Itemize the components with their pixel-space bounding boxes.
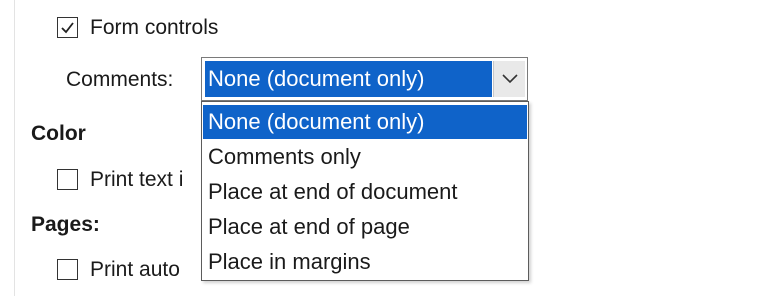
print-auto-label[interactable]: Print auto [90,257,180,283]
comments-label: Comments: [66,68,174,91]
color-section-heading: Color [31,122,86,145]
dropdown-option-end-of-document[interactable]: Place at end of document [203,175,527,209]
comments-combobox-value[interactable]: None (document only) [205,61,492,97]
print-text-checkbox[interactable] [57,169,78,190]
panel-left-border [14,0,15,296]
dropdown-option-comments-only[interactable]: Comments only [203,140,527,174]
dropdown-option-end-of-page[interactable]: Place at end of page [203,210,527,244]
pages-section-heading: Pages: [31,213,100,236]
print-auto-checkbox[interactable] [57,259,78,280]
comments-dropdown-button[interactable] [493,61,525,97]
print-text-label[interactable]: Print text i [90,167,183,193]
dropdown-option-in-margins[interactable]: Place in margins [203,245,527,279]
checkmark-icon [61,22,74,34]
dropdown-option-none[interactable]: None (document only) [203,105,527,139]
form-controls-label[interactable]: Form controls [90,15,218,41]
comments-combobox[interactable]: None (document only) [201,57,528,101]
comments-dropdown-list: None (document only) Comments only Place… [201,101,529,281]
form-controls-checkbox[interactable] [57,17,78,38]
chevron-down-icon [502,74,518,84]
